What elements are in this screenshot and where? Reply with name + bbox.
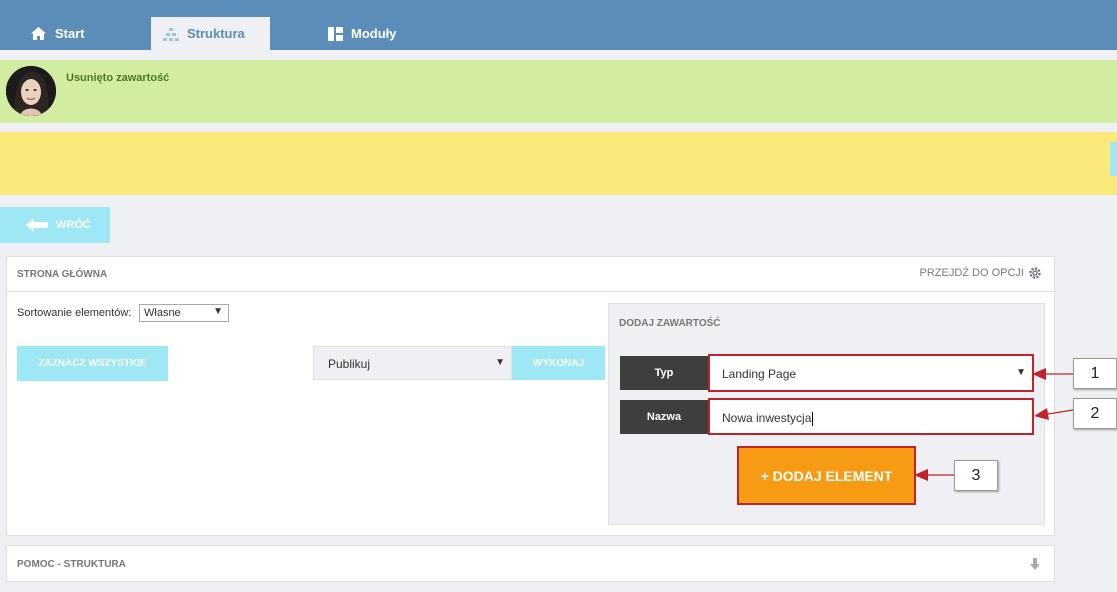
tab-start[interactable]: Start [30, 17, 85, 50]
tab-moduly-label: Moduły [351, 26, 397, 41]
back-button[interactable]: WRÓĆ [0, 207, 110, 243]
page-title: STRONA GŁÓWNA [17, 269, 108, 280]
main-panel: STRONA GŁÓWNA PRZEJDŹ DO OPCJI Sortowani… [6, 256, 1055, 536]
name-label: Nazwa [620, 400, 708, 434]
tab-struktura-label: Struktura [187, 26, 245, 41]
top-navigation: Start Struktura Moduły [0, 0, 1117, 50]
callout-1: 1 [1073, 358, 1117, 389]
callout-3: 3 [954, 460, 998, 491]
name-input-value: Nowa inwestycja [722, 411, 812, 425]
type-label: Typ [620, 356, 708, 390]
notice-bar [0, 132, 1117, 195]
sitemap-icon [163, 27, 179, 41]
type-select-value: Landing Page [722, 367, 797, 381]
sort-select-value: Własne [144, 307, 181, 319]
home-icon [31, 27, 46, 40]
arrow-down-icon[interactable] [1030, 558, 1040, 570]
add-element-button[interactable]: + DODAJ ELEMENT [737, 446, 916, 505]
dropdown-arrow-icon: ▼ [213, 306, 223, 317]
gear-icon [1029, 267, 1041, 279]
notice-side-tab[interactable] [1110, 142, 1117, 176]
callout-2: 2 [1073, 398, 1117, 429]
success-message-bar: Usunięto zawartość [0, 60, 1117, 123]
help-panel[interactable]: POMOC - STRUKTURA [6, 545, 1055, 582]
arrow-left-icon [26, 218, 48, 232]
execute-button[interactable]: WYKONAJ [512, 346, 605, 380]
bulk-action-value: Publikuj [328, 357, 371, 371]
add-content-title: DODAJ ZAWARTOŚĆ [619, 318, 721, 329]
success-message: Usunięto zawartość [66, 72, 170, 84]
sort-label: Sortowanie elementów: [17, 307, 132, 319]
options-link[interactable]: PRZEJDŹ DO OPCJI [919, 266, 1042, 280]
name-input[interactable]: Nowa inwestycja [708, 398, 1034, 435]
bulk-action-select[interactable]: Publikuj ▼ [313, 346, 512, 380]
type-select[interactable]: Landing Page ▼ [708, 354, 1034, 392]
tab-start-label: Start [55, 26, 85, 41]
dropdown-arrow-icon: ▼ [495, 357, 505, 368]
help-panel-title: POMOC - STRUKTURA [17, 559, 126, 570]
back-button-label: WRÓĆ [56, 219, 91, 231]
text-caret [812, 411, 814, 426]
sort-select[interactable]: Własne ▼ [139, 304, 229, 322]
tab-moduly[interactable]: Moduły [328, 17, 397, 50]
tab-struktura[interactable]: Struktura [151, 17, 270, 50]
select-all-button[interactable]: ZAZNACZ WSZYSTKIE [17, 346, 168, 381]
add-content-box: DODAJ ZAWARTOŚĆ Typ Landing Page ▼ Nazwa… [608, 303, 1045, 525]
main-panel-header: STRONA GŁÓWNA PRZEJDŹ DO OPCJI [7, 257, 1054, 292]
options-link-label: PRZEJDŹ DO OPCJI [919, 267, 1024, 279]
modules-icon [328, 26, 343, 41]
user-portrait-icon [6, 66, 56, 116]
avatar [6, 66, 56, 116]
dropdown-arrow-icon: ▼ [1016, 367, 1026, 378]
